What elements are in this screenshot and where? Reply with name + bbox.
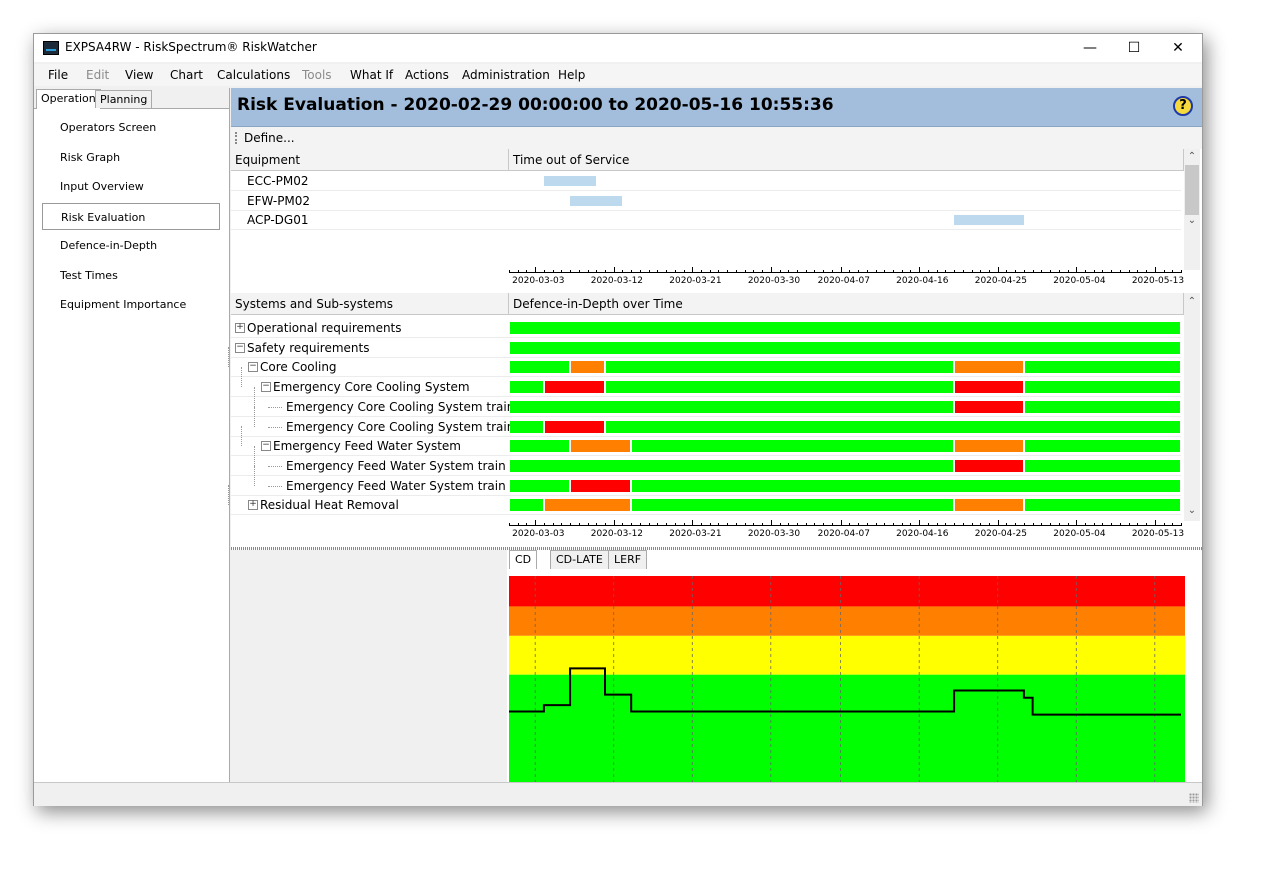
sidebar-tabs: Operation Planning [34,88,229,109]
menu-item-edit[interactable]: Edit [86,68,109,82]
menu-item-chart[interactable]: Chart [170,68,203,82]
menu-item-what-if[interactable]: What If [350,68,393,82]
menu-item-administration[interactable]: Administration [462,68,550,82]
risk-chart [509,576,1185,782]
maximize-button[interactable]: ☐ [1112,34,1156,62]
tab-planning[interactable]: Planning [95,90,153,108]
resize-grip-icon[interactable] [1189,793,1199,803]
menu-item-calculations[interactable]: Calculations [217,68,290,82]
sidebar-item-defence-in-depth[interactable]: Defence-in-Depth [42,232,220,259]
menu-item-actions[interactable]: Actions [405,68,449,82]
risk-band [509,635,1185,675]
menu-item-file[interactable]: File [48,68,68,82]
status-bar [34,782,1202,806]
app-icon [43,41,59,55]
sidebar-item-test-times[interactable]: Test Times [42,262,220,289]
sidebar-item-risk-evaluation[interactable]: Risk Evaluation [42,202,220,230]
tree-connector [228,347,229,368]
sidebar: Operation Planning Operators Screen Risk … [34,88,230,782]
menu-item-view[interactable]: View [125,68,153,82]
menu-item-help[interactable]: Help [558,68,585,82]
title-bar: EXPSA4RW - RiskSpectrum® RiskWatcher — ☐… [34,34,1202,62]
tab-operation[interactable]: Operation [36,89,101,109]
risk-band [509,674,1185,782]
app-window: EXPSA4RW - RiskSpectrum® RiskWatcher — ☐… [33,33,1203,806]
main-panel: Risk Evaluation - 2020-02-29 00:00:00 to… [228,88,1202,803]
sidebar-item-input-overview[interactable]: Input Overview [42,173,220,200]
sidebar-item-risk-graph[interactable]: Risk Graph [42,144,220,171]
sidebar-item-equipment-importance[interactable]: Equipment Importance [42,291,220,318]
sidebar-item-operators-screen[interactable]: Operators Screen [42,114,220,141]
risk-band [509,576,1185,607]
menu-bar: File Edit View Chart Calculations Tools What I… [34,64,1202,86]
tree-connector [228,485,229,506]
menu-item-tools[interactable]: Tools [302,68,332,82]
window-title: EXPSA4RW - RiskSpectrum® RiskWatcher [65,40,317,54]
risk-band [509,606,1185,636]
minimize-button[interactable]: — [1068,34,1112,62]
close-button[interactable]: ✕ [1156,34,1200,62]
